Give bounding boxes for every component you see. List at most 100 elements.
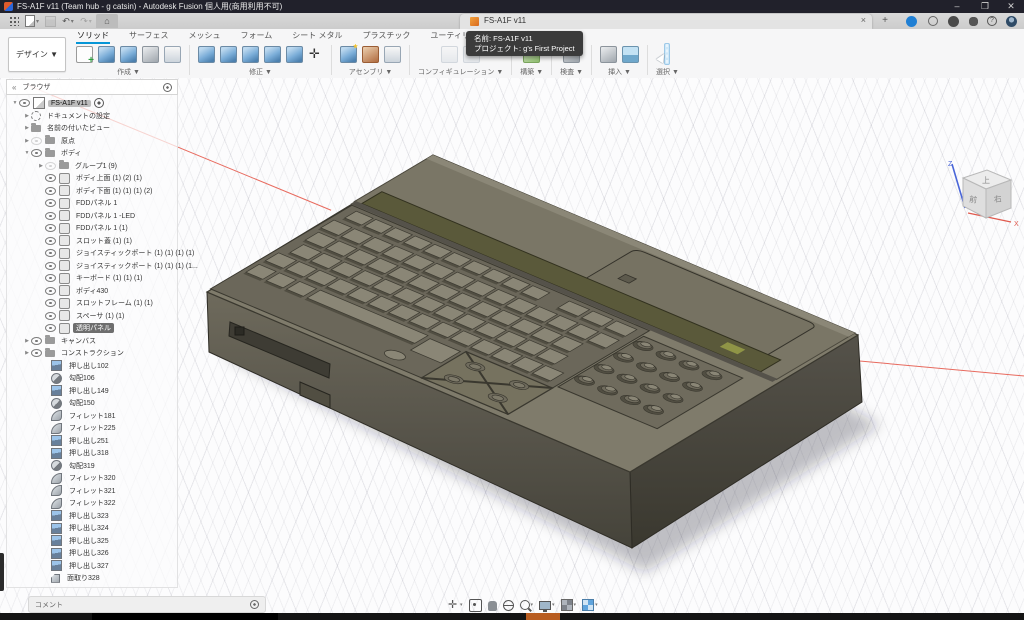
ribbon-group-label-6[interactable]: 挿入 ▼ bbox=[608, 67, 631, 77]
configuration-icon[interactable] bbox=[441, 46, 458, 63]
create-sketch-icon[interactable] bbox=[76, 46, 93, 63]
feature-label[interactable]: 押し出し323 bbox=[66, 511, 112, 521]
tree-row-folder[interactable]: ▶ キャンバス bbox=[7, 335, 177, 348]
ribbon-tab-3[interactable]: フォーム bbox=[240, 30, 274, 42]
visibility-eye-icon[interactable] bbox=[31, 337, 42, 345]
feature-row-chamfer[interactable]: 面取り328 bbox=[7, 572, 177, 585]
visibility-eye-icon[interactable] bbox=[45, 274, 56, 282]
tree-row-label[interactable]: キーボード (1) (1) (1) bbox=[73, 273, 146, 283]
ribbon-group-label-1[interactable]: 修正 ▼ bbox=[249, 67, 272, 77]
tree-row-body[interactable]: スロットフレーム (1) (1) bbox=[7, 297, 177, 310]
tree-row-body[interactable]: ボディ下面 (1) (1) (1) (2) bbox=[7, 185, 177, 198]
feature-label[interactable]: 押し出し149 bbox=[66, 386, 112, 396]
ribbon-tab-5[interactable]: プラスチック bbox=[362, 30, 412, 42]
minimize-button[interactable]: – bbox=[946, 0, 968, 13]
pattern-icon[interactable] bbox=[164, 46, 181, 63]
help-icon[interactable]: ? bbox=[987, 16, 997, 26]
feature-label[interactable]: 押し出し318 bbox=[66, 448, 112, 458]
redo-icon[interactable]: ↷▾ bbox=[78, 15, 94, 28]
new-component-icon[interactable] bbox=[340, 46, 357, 63]
tree-row-folder[interactable]: ▼ボディ bbox=[7, 147, 177, 160]
feature-row-extrude[interactable]: 押し出し251 bbox=[7, 435, 177, 448]
fillet-icon[interactable] bbox=[220, 46, 237, 63]
ribbon-group-label-4[interactable]: 構築 ▼ bbox=[520, 67, 543, 77]
tree-row-label[interactable]: 名前の付いたビュー bbox=[44, 123, 113, 133]
ribbon-tab-1[interactable]: サーフェス bbox=[128, 30, 170, 42]
visibility-eye-icon[interactable] bbox=[45, 262, 56, 270]
visibility-eye-icon[interactable] bbox=[31, 149, 42, 157]
feature-label[interactable]: 押し出し324 bbox=[66, 523, 112, 533]
tree-row-body[interactable]: スペーサ (1) (1) bbox=[7, 310, 177, 323]
tree-row-label[interactable]: スロットフレーム (1) (1) bbox=[73, 298, 156, 308]
feature-label[interactable]: 押し出し251 bbox=[66, 436, 112, 446]
tree-row-body[interactable]: FDDパネル 1 bbox=[7, 197, 177, 210]
ribbon-tab-4[interactable]: シート メタル bbox=[291, 30, 343, 42]
expander-closed-icon[interactable]: ▶ bbox=[23, 113, 31, 119]
feature-label[interactable]: 押し出し326 bbox=[66, 548, 112, 558]
tree-row-label[interactable]: 原点 bbox=[58, 136, 78, 146]
feature-row-extrude[interactable]: 押し出し327 bbox=[7, 560, 177, 573]
tree-row-body[interactable]: ジョイスティックポート (1) (1) (1) (1... bbox=[7, 260, 177, 273]
combine-icon[interactable] bbox=[264, 46, 281, 63]
tab-close-icon[interactable]: × bbox=[861, 15, 866, 25]
joint-origin-icon[interactable] bbox=[384, 46, 401, 63]
revolve-icon[interactable] bbox=[120, 46, 137, 63]
comment-bar[interactable]: コメント bbox=[28, 596, 266, 613]
ribbon-tab-0[interactable]: ソリッド bbox=[76, 30, 110, 44]
dropdown-caret-icon[interactable]: ▾ bbox=[595, 602, 598, 608]
visibility-eye-icon[interactable] bbox=[45, 324, 56, 332]
feature-row-draft[interactable]: 勾配150 bbox=[7, 397, 177, 410]
ribbon-group-label-3[interactable]: コンフィギュレーション ▼ bbox=[418, 67, 503, 77]
maximize-button[interactable]: ❐ bbox=[974, 0, 996, 13]
tree-row-body[interactable]: スロット蓋 (1) (1) bbox=[7, 235, 177, 248]
pan-hand-icon[interactable] bbox=[488, 600, 497, 611]
visibility-eye-icon[interactable] bbox=[45, 162, 56, 170]
browser-filter-icon[interactable] bbox=[163, 83, 172, 92]
panel-resize-handle[interactable] bbox=[0, 553, 4, 591]
pan-orbit-icon[interactable]: ▾ bbox=[448, 600, 463, 611]
extension-icon[interactable] bbox=[906, 16, 917, 27]
tree-row-settings[interactable]: ▶ドキュメントの設定 bbox=[7, 110, 177, 123]
feature-label[interactable]: フィレット321 bbox=[66, 486, 119, 496]
visibility-eye-icon[interactable] bbox=[45, 237, 56, 245]
tree-row-label[interactable]: ボディ上面 (1) (2) (1) bbox=[73, 173, 145, 183]
expander-closed-icon[interactable]: ▶ bbox=[23, 138, 31, 144]
dropdown-caret-icon[interactable]: ▾ bbox=[552, 602, 555, 608]
tree-row-label[interactable]: ジョイスティックポート (1) (1) (1) (1... bbox=[73, 261, 201, 271]
ribbon-group-label-7[interactable]: 選択 ▼ bbox=[656, 67, 679, 77]
app-grid-icon[interactable] bbox=[6, 15, 22, 28]
feature-label[interactable]: フィレット320 bbox=[66, 473, 119, 483]
expander-closed-icon[interactable]: ▶ bbox=[23, 338, 31, 344]
feature-row-extrude[interactable]: 押し出し323 bbox=[7, 510, 177, 523]
insert-derive-icon[interactable] bbox=[600, 46, 617, 63]
hole-icon[interactable] bbox=[142, 46, 159, 63]
select-icon[interactable] bbox=[666, 44, 668, 63]
tree-row-body[interactable]: 透明パネル bbox=[7, 322, 177, 335]
grid-layout-icon[interactable]: ▾ bbox=[561, 599, 577, 611]
ribbon-group-label-0[interactable]: 作成 ▼ bbox=[117, 67, 140, 77]
visibility-eye-icon[interactable] bbox=[31, 349, 42, 357]
feature-label[interactable]: 押し出し102 bbox=[66, 361, 112, 371]
notification-bell-icon[interactable] bbox=[968, 16, 979, 27]
job-status-icon[interactable] bbox=[948, 16, 959, 27]
feature-row-extrude[interactable]: 押し出し102 bbox=[7, 360, 177, 373]
feature-label[interactable]: 面取り328 bbox=[64, 573, 103, 583]
tree-row-body[interactable]: FDDパネル 1 (1) bbox=[7, 222, 177, 235]
new-tab-button[interactable]: + bbox=[878, 15, 892, 28]
ribbon-group-label-5[interactable]: 検査 ▼ bbox=[560, 67, 583, 77]
tree-row-label[interactable]: ジョイスティックポート (1) (1) (1) (1) bbox=[73, 248, 197, 258]
joint-icon[interactable] bbox=[362, 46, 379, 63]
visibility-eye-icon[interactable] bbox=[45, 299, 56, 307]
viewports-icon[interactable]: ▾ bbox=[582, 599, 598, 611]
look-at-icon[interactable] bbox=[469, 599, 482, 612]
view-cube[interactable]: Z X 上 前 右 bbox=[935, 158, 1024, 230]
visibility-eye-icon[interactable] bbox=[19, 99, 30, 107]
tree-row-folder[interactable]: ▶グループ1 (9) bbox=[7, 160, 177, 173]
feature-label[interactable]: フィレット181 bbox=[66, 411, 119, 421]
tree-row-label[interactable]: FDDパネル 1 (1) bbox=[73, 223, 131, 233]
browser-collapse-icon[interactable]: « bbox=[12, 83, 16, 92]
tree-row-label[interactable]: スロット蓋 (1) (1) bbox=[73, 236, 135, 246]
feature-row-extrude[interactable]: 押し出し318 bbox=[7, 447, 177, 460]
tree-row-label[interactable]: キャンバス bbox=[58, 336, 99, 346]
tree-row-component[interactable]: ▼FS-A1F v11 bbox=[7, 97, 177, 110]
